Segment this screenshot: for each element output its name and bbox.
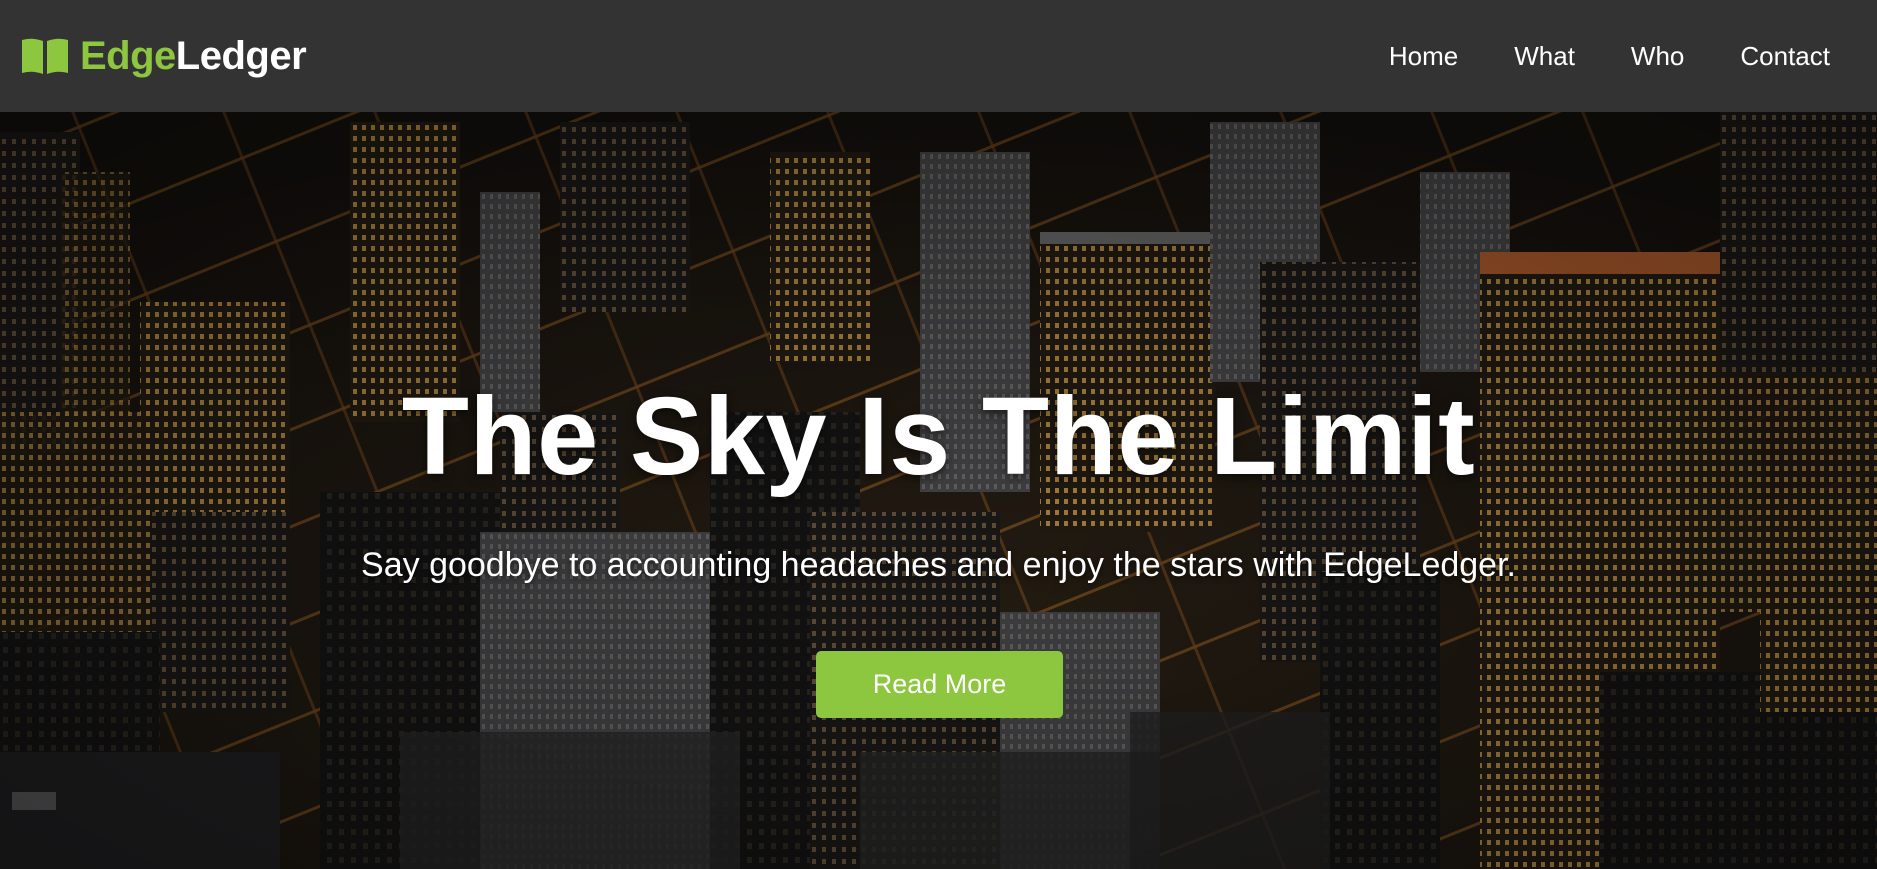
brand-name-edge: Edge <box>80 34 176 78</box>
nav-link-contact[interactable]: Contact <box>1740 43 1830 69</box>
hero-section: The Sky Is The Limit Say goodbye to acco… <box>0 112 1877 869</box>
read-more-button[interactable]: Read More <box>816 651 1063 718</box>
nav-menu: Home What Who Contact <box>1333 43 1830 69</box>
brand-name-ledger: Ledger <box>175 34 307 78</box>
hero-title: The Sky Is The Limit <box>401 375 1476 498</box>
book-open-icon <box>22 38 68 74</box>
nav-link-home[interactable]: Home <box>1389 43 1458 69</box>
brand-logo[interactable]: EdgeLedger <box>20 34 307 78</box>
nav-link-who[interactable]: Who <box>1631 43 1684 69</box>
hero-subtitle: Say goodbye to accounting headaches and … <box>361 546 1516 584</box>
brand-name: EdgeLedger <box>80 34 307 78</box>
nav-link-what[interactable]: What <box>1514 43 1575 69</box>
page: EdgeLedger Home What Who Contact The Sky… <box>0 0 1877 869</box>
hero-content: The Sky Is The Limit Say goodbye to acco… <box>0 112 1877 869</box>
navbar: EdgeLedger Home What Who Contact <box>0 0 1877 112</box>
